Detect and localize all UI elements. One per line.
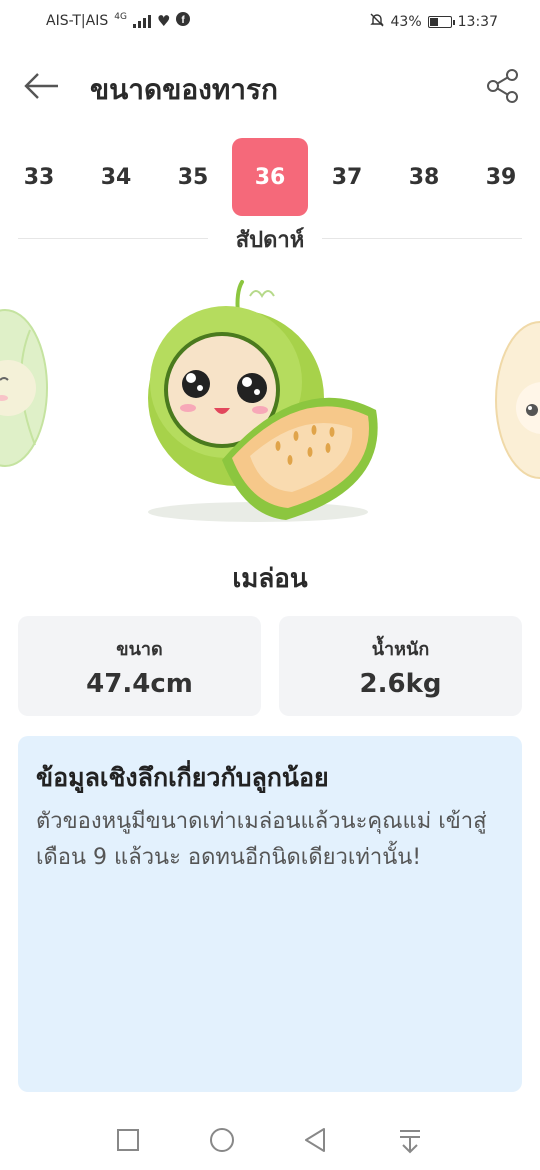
fruit-name: เมล่อน [232, 564, 308, 594]
week-item[interactable]: 39 [463, 138, 539, 216]
mute-bell-icon [369, 12, 385, 32]
week-item-selected[interactable]: 36 [232, 138, 308, 216]
battery-percent: 43% [390, 14, 422, 30]
status-right: 43% 13:37 [369, 12, 498, 32]
size-label: ขนาด [116, 639, 163, 660]
previous-fruit-image[interactable] [0, 309, 48, 467]
week-label: สัปดาห์ [235, 228, 305, 253]
week-selector: 33 34 35 36 37 38 39 [0, 138, 540, 216]
system-nav-bar [0, 1116, 540, 1170]
carrier-label: AIS-T|AIS [46, 13, 109, 29]
share-icon[interactable] [486, 68, 520, 104]
week-item[interactable]: 35 [155, 138, 231, 216]
network-type: 4G [114, 12, 127, 22]
battery-icon [427, 16, 455, 28]
status-left: AIS-T|AIS 4G ♥ f [46, 12, 191, 30]
insight-card: ข้อมูลเชิงลึกเกี่ยวกับลูกน้อย ตัวของหนูม… [18, 736, 522, 1092]
week-item[interactable]: 38 [386, 138, 462, 216]
week-item[interactable]: 37 [309, 138, 385, 216]
notification-pull-icon[interactable] [392, 1126, 428, 1156]
heart-icon: ♥ [156, 12, 171, 30]
next-fruit-image[interactable] [495, 321, 540, 479]
clock: 13:37 [457, 14, 498, 30]
status-bar: AIS-T|AIS 4G ♥ f 43% 13:37 [0, 0, 540, 42]
home-icon[interactable] [204, 1126, 240, 1156]
facebook-icon: f [176, 12, 191, 30]
back-arrow-icon[interactable] [22, 68, 62, 104]
weight-value: 2.6kg [359, 669, 442, 699]
week-label-row: สัปดาห์ [18, 222, 522, 256]
insight-body: ตัวของหนูมีขนาดเท่าเมล่อนแล้วนะคุณแม่ เข… [36, 809, 487, 870]
recent-apps-icon[interactable] [110, 1126, 146, 1156]
back-triangle-icon[interactable] [298, 1126, 334, 1156]
week-item[interactable]: 34 [78, 138, 154, 216]
week-item[interactable]: 33 [1, 138, 77, 216]
header: ขนาดของทารก [0, 58, 540, 114]
signal-icon [132, 14, 151, 28]
weight-card: น้ำหนัก 2.6kg [279, 616, 522, 716]
size-value: 47.4cm [86, 669, 193, 699]
fruit-carousel[interactable] [0, 270, 540, 530]
weight-label: น้ำหนัก [371, 639, 430, 660]
insight-title: ข้อมูลเชิงลึกเกี่ยวกับลูกน้อย [36, 763, 329, 792]
size-card: ขนาด 47.4cm [18, 616, 261, 716]
page-title: ขนาดของทารก [90, 73, 278, 106]
